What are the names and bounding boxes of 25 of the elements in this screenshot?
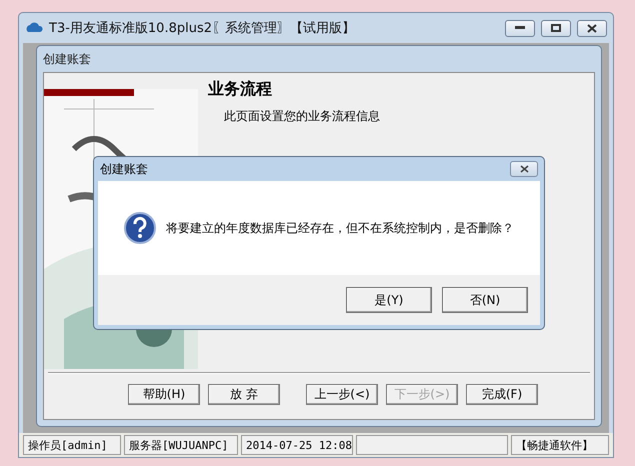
dialog-button[interactable]: 否(N) [442, 287, 528, 313]
dialog-message: 将要建立的年度数据库已经存在，但不在系统控制内，是否删除？ [166, 220, 514, 236]
wizard-title: 创建账套 [42, 50, 92, 68]
maximize-icon [551, 24, 561, 32]
operator-status: 操作员[admin] [23, 435, 121, 455]
close-icon [520, 165, 528, 173]
brand-status: 【畅捷通软件】 [511, 435, 609, 455]
page-heading: 业务流程 [208, 79, 273, 100]
dialog-button[interactable]: 是(Y) [346, 287, 432, 313]
wizard-button[interactable]: 帮助(H) [128, 384, 200, 405]
window-title: T3-用友通标准版10.8plus2〖系统管理〗【试用版】 [49, 20, 356, 37]
question-icon [124, 212, 156, 244]
close-icon [587, 24, 597, 32]
minimize-icon [515, 26, 525, 30]
maximize-button[interactable] [541, 20, 571, 36]
server-status: 服务器[WUJUANPC] [124, 435, 238, 455]
close-button[interactable] [577, 20, 607, 36]
page-subtitle: 此页面设置您的业务流程信息 [223, 108, 381, 125]
wizard-button[interactable]: 上一步(<) [306, 384, 378, 405]
close-button[interactable] [510, 161, 538, 177]
time-status: 2014-07-25 12:08 [241, 435, 353, 455]
wizard-button[interactable]: 完成(F) [466, 384, 538, 405]
wizard-button[interactable]: 放 弃 [208, 384, 280, 405]
minimize-button[interactable] [505, 20, 535, 36]
dialog-title: 创建账套 [100, 160, 148, 178]
